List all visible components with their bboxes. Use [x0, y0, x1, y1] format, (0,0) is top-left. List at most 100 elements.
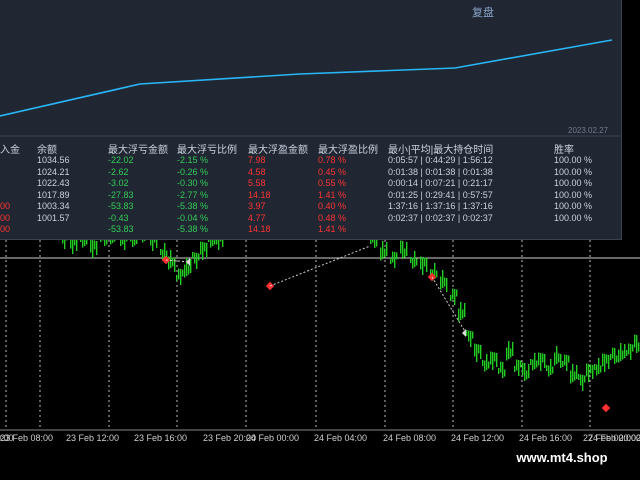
- candle: [466, 330, 468, 336]
- candle: [578, 374, 580, 380]
- candle: [634, 334, 636, 348]
- report-cell: 0.40 %: [318, 201, 347, 211]
- report-cell: -0.43: [108, 212, 129, 223]
- candle: [120, 240, 122, 246]
- report-cell: 14.18: [248, 224, 271, 234]
- report-row: 1022.43 -3.02 -0.30 % 5.58 0.55 % 0:00:14 | 0…: [0, 178, 621, 190]
- time-axis-label: 24 Feb 08:00: [383, 433, 436, 443]
- candle: [444, 277, 446, 287]
- time-axis-label: 24 Feb 12:00: [451, 433, 504, 443]
- candle: [524, 363, 526, 381]
- candle: [612, 347, 614, 359]
- report-cell: 1022.43: [37, 178, 70, 188]
- candle: [200, 241, 202, 255]
- report-cell: -2.15 %: [177, 155, 209, 165]
- candle: [508, 341, 510, 359]
- candle: [454, 289, 456, 305]
- equity-curve-line: [0, 39, 613, 117]
- candle: [544, 354, 546, 368]
- candle: [380, 247, 382, 261]
- candle: [484, 360, 486, 372]
- candle: [516, 359, 518, 371]
- report-cell: 100.00 %: [554, 178, 593, 188]
- report-cell: 0:05:57 | 0:44:29 | 1:56:12: [388, 155, 493, 165]
- report-cell: 14.18: [248, 189, 271, 200]
- candle: [392, 251, 394, 263]
- candle: [560, 354, 562, 368]
- candle: [468, 330, 470, 342]
- backtest-report-panel: 复盘 2023.02.27 入金 余额 最大浮亏金额 最大浮亏比例 最大浮盈金额 最大浮盈…: [0, 0, 622, 240]
- candle: [580, 374, 582, 386]
- candle: [588, 364, 590, 382]
- report-row: 1034.56 -22.02 -2.15 % 7.98 0.78 % 0:05:57 | …: [0, 155, 621, 167]
- report-title: 复盘: [472, 7, 494, 19]
- candle: [536, 360, 538, 368]
- report-cell: -3.02: [108, 178, 129, 188]
- candle: [594, 364, 596, 370]
- report-cell: 4.77: [248, 212, 266, 223]
- candle: [496, 353, 498, 367]
- candle: [376, 239, 378, 247]
- candle: [610, 354, 612, 360]
- candle: [192, 252, 194, 258]
- candle: [538, 352, 540, 366]
- candle: [178, 268, 180, 280]
- candle: [394, 252, 396, 268]
- report-cell: -0.04 %: [177, 212, 209, 223]
- report-cell: 3.97: [248, 201, 266, 211]
- candle: [382, 241, 384, 259]
- candle: [424, 257, 426, 267]
- candle: [526, 370, 528, 380]
- candle: [474, 343, 476, 357]
- trade-markers: [161, 245, 611, 413]
- candle: [546, 365, 548, 371]
- candle: [478, 344, 480, 354]
- candle: [180, 269, 182, 285]
- candle: [534, 353, 536, 369]
- candle: [632, 344, 634, 352]
- candle: [446, 278, 448, 292]
- time-axis-label: 24 Feb 04:00: [314, 433, 367, 443]
- candle: [176, 275, 178, 281]
- trade-link-line: [269, 245, 371, 287]
- candle: [472, 331, 474, 339]
- report-cell: -53.83: [108, 201, 134, 211]
- report-cell: 0:00:14 | 0:07:21 | 0:21:17: [388, 178, 493, 188]
- candle: [522, 362, 524, 376]
- candle: [426, 258, 428, 272]
- candle: [500, 361, 502, 373]
- candle: [94, 240, 96, 250]
- candle: [174, 258, 176, 272]
- candle: [598, 358, 600, 374]
- candle: [170, 250, 172, 268]
- candle: [414, 251, 416, 267]
- report-cell: 100.00 %: [554, 155, 593, 165]
- candle: [384, 248, 386, 258]
- candle: [416, 258, 418, 266]
- report-header-cell: 最大浮盈金额: [248, 145, 308, 156]
- candle: [596, 364, 598, 376]
- candle: [188, 265, 190, 275]
- candle: [608, 355, 610, 369]
- report-header-cell: 最小|平均|最大持仓时间: [388, 145, 494, 156]
- candle: [92, 240, 94, 258]
- report-cell: -22.02: [108, 155, 134, 165]
- candle: [558, 353, 560, 363]
- report-cell: -27.83: [108, 189, 134, 200]
- candle: [636, 335, 638, 353]
- report-cell: 00: [0, 212, 11, 223]
- candle: [572, 364, 574, 382]
- candle: [410, 257, 412, 263]
- candle: [202, 242, 204, 260]
- candle: [566, 355, 568, 371]
- report-cell: 0.55 %: [318, 178, 347, 188]
- candle: [528, 364, 530, 378]
- report-cell: 1:37:16 | 1:37:16 | 1:37:16: [388, 201, 493, 211]
- candle: [90, 239, 92, 253]
- report-cell: -2.77 %: [177, 189, 209, 200]
- candle: [504, 369, 506, 377]
- report-header-cell: 余额: [37, 145, 57, 156]
- candle: [568, 355, 570, 363]
- equity-curve: [0, 39, 621, 137]
- time-axis-label: 23 Feb 08:00: [0, 433, 53, 443]
